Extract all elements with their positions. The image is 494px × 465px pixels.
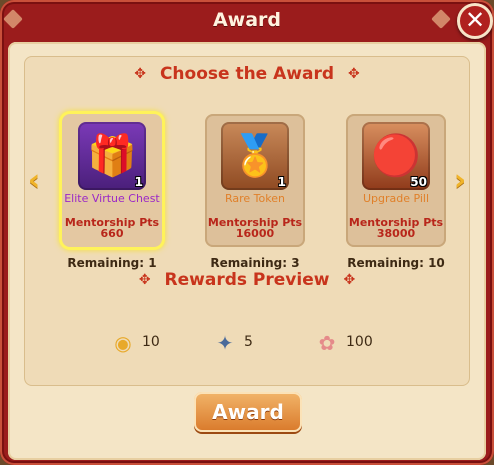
remaining-count: Remaining: 10 xyxy=(347,256,445,270)
item-quantity: 1 xyxy=(277,175,286,189)
pill-box-icon: 🔴 50 xyxy=(362,122,430,190)
award-dialog: Award ✕ ✥ Choose the Award ✥ ‹ › 🎁 1 Elite… xyxy=(0,0,494,465)
scroll-right-arrow-icon[interactable]: › xyxy=(450,166,470,196)
ornament-right-icon: ✥ xyxy=(343,272,356,288)
ornament-right-icon: ✥ xyxy=(348,66,360,82)
award-card-rare-token[interactable]: 🏅 1 Rare Token Mentorship Pts 16000 xyxy=(205,114,305,247)
item-name: Upgrade Pill xyxy=(362,192,430,205)
ornament-left-icon: ✥ xyxy=(138,272,151,288)
rewards-preview-heading: ✥ Rewards Preview ✥ xyxy=(8,270,486,290)
scroll-left-arrow-icon[interactable]: ‹ xyxy=(24,166,44,196)
ornament-left-icon: ✥ xyxy=(134,66,146,82)
blossom-icon: ✿ xyxy=(318,331,336,355)
remaining-count: Remaining: 3 xyxy=(210,256,300,270)
choose-award-heading: ✥ Choose the Award ✥ xyxy=(8,64,486,84)
award-card-upgrade-pill[interactable]: 🔴 50 Upgrade Pill Mentorship Pts 38000 xyxy=(346,114,446,247)
dialog-panel: ✥ Choose the Award ✥ ‹ › 🎁 1 Elite Virtue … xyxy=(8,42,486,460)
reward-value: 5 xyxy=(244,334,253,350)
award-card-elite-virtue-chest[interactable]: 🎁 1 Elite Virtue Chest Mentorship Pts 66… xyxy=(62,114,162,247)
points-value: 16000 xyxy=(235,227,275,240)
token-icon: 🏅 1 xyxy=(221,122,289,190)
item-quantity: 50 xyxy=(410,175,427,189)
coin-icon: ◉ xyxy=(114,331,132,355)
points-value: 38000 xyxy=(376,227,416,240)
item-quantity: 1 xyxy=(134,175,143,189)
close-button[interactable]: ✕ xyxy=(457,3,493,39)
choose-award-title: Choose the Award xyxy=(159,64,335,84)
dialog-title: Award xyxy=(0,0,494,42)
item-name: Elite Virtue Chest xyxy=(64,192,160,205)
fan-icon: ✦ xyxy=(216,331,234,355)
gift-chest-icon: 🎁 1 xyxy=(78,122,146,190)
reward-value: 10 xyxy=(142,334,160,350)
item-name: Rare Token xyxy=(225,192,285,205)
reward-value: 100 xyxy=(346,334,373,350)
remaining-count: Remaining: 1 xyxy=(67,256,157,270)
award-button[interactable]: Award xyxy=(194,392,302,432)
rewards-preview-title: Rewards Preview xyxy=(164,270,330,290)
award-chooser: ✥ Choose the Award ✥ ‹ › 🎁 1 Elite Virtue … xyxy=(24,56,470,386)
points-value: 660 xyxy=(100,227,124,240)
